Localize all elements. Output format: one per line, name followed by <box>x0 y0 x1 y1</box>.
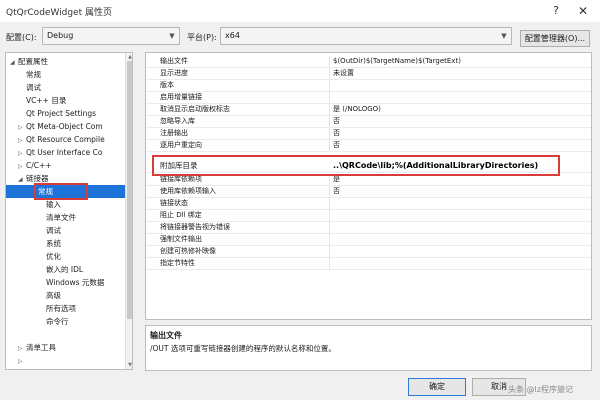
watermark: 头条 @lz程序猿记 <box>508 385 573 394</box>
description-title: 输出文件 <box>150 331 182 340</box>
tree-item-qt-project-settings[interactable]: Qt Project Settings <box>26 107 96 120</box>
tree-scrollbar[interactable]: ▲ ▼ <box>125 53 132 369</box>
property-row[interactable]: 创建可热修补映像 <box>146 246 591 258</box>
property-row[interactable]: 阻止 Dll 绑定 <box>146 210 591 222</box>
platform-select[interactable]: x64 ▼ <box>220 27 512 45</box>
property-row[interactable]: 忽略导入库否 <box>146 116 591 128</box>
description-text: /OUT 选项可重写链接器创建的程序的默认名称和位置。 <box>150 344 336 353</box>
scroll-up-icon[interactable]: ▲ <box>126 53 132 61</box>
tree-item-linker-embedded-idl[interactable]: 嵌入的 IDL <box>46 263 83 276</box>
tree-item-linker-manifest[interactable]: 清单文件 <box>46 211 76 224</box>
additional-library-directories-highlight <box>152 155 560 176</box>
property-row[interactable]: 将链接器警告视为错误 <box>146 222 591 234</box>
title-bar: QtQrCodeWidget 属性页 ? ✕ <box>0 0 600 22</box>
tree-item-linker-advanced[interactable]: 高级 <box>46 289 61 302</box>
platform-value: x64 <box>225 31 240 40</box>
tree-item-qt-uic[interactable]: ▷ Qt User Interface Co <box>18 146 103 159</box>
config-select[interactable]: Debug ▼ <box>42 27 180 45</box>
property-row[interactable]: 强制文件输出 <box>146 234 591 246</box>
property-row[interactable]: 注册输出否 <box>146 128 591 140</box>
property-row[interactable]: 链接状态 <box>146 198 591 210</box>
tree-item-linker-all-options[interactable]: 所有选项 <box>46 302 76 315</box>
property-grid: 输出文件 $(OutDir)$(TargetName)$(TargetExt) 显… <box>145 52 592 320</box>
configuration-manager-button[interactable]: 配置管理器(O)... <box>520 30 590 47</box>
linker-general-highlight <box>34 183 88 200</box>
configuration-bar: 配置(C): Debug ▼ 平台(P): x64 ▼ <box>0 24 600 50</box>
ok-button[interactable]: 确定 <box>408 378 466 396</box>
tree-item-linker-windows-metadata[interactable]: Windows 元数据 <box>46 276 104 289</box>
collapsed-icon[interactable]: ▷ <box>18 355 26 368</box>
platform-label: 平台(P): <box>187 33 217 42</box>
tree-item-debugging[interactable]: 调试 <box>26 81 41 94</box>
expanded-icon[interactable]: ◢ <box>10 56 18 69</box>
close-button[interactable]: ✕ <box>574 3 592 19</box>
property-row[interactable]: 版本 <box>146 80 591 92</box>
tree-item-qt-moc[interactable]: ▷ Qt Meta-Object Com <box>18 120 103 133</box>
property-row[interactable]: 取消显示启动版权标志是 (/NOLOGO) <box>146 104 591 116</box>
property-row[interactable]: 输出文件 $(OutDir)$(TargetName)$(TargetExt) <box>146 56 591 68</box>
tree-item-linker-debugging[interactable]: 调试 <box>46 224 61 237</box>
tree-item-linker-command-line[interactable]: 命令行 <box>46 315 69 328</box>
tree-item-manifest-tool[interactable]: ▷ 清单工具 <box>18 341 56 354</box>
tree-item-vc-directories[interactable]: VC++ 目录 <box>26 94 66 107</box>
help-button[interactable]: ? <box>548 3 564 19</box>
tree-item-config-properties[interactable]: ◢ 配置属性 <box>10 55 48 68</box>
tree-item-linker-system[interactable]: 系统 <box>46 237 61 250</box>
tree-item-more[interactable]: ▷ <box>18 354 26 367</box>
property-row[interactable]: 显示进度 未设置 <box>146 68 591 80</box>
property-row[interactable]: 使用库依赖项输入否 <box>146 186 591 198</box>
tree-item-linker-optimization[interactable]: 优化 <box>46 250 61 263</box>
window-title: QtQrCodeWidget 属性页 <box>6 8 112 18</box>
property-tree: ◢ 配置属性 常规 调试 VC++ 目录 Qt Project Settings … <box>5 52 133 370</box>
property-row[interactable]: 逐用户重定向否 <box>146 140 591 152</box>
tree-item-qt-rcc[interactable]: ▷ Qt Resource Compile <box>18 133 105 146</box>
tree-item-cpp[interactable]: ▷ C/C++ <box>18 159 52 172</box>
description-panel: 输出文件 /OUT 选项可重写链接器创建的程序的默认名称和位置。 <box>145 325 592 371</box>
chevron-down-icon: ▼ <box>169 32 175 40</box>
tree-item-general[interactable]: 常规 <box>26 68 41 81</box>
tree-scroll-thumb[interactable] <box>127 61 132 319</box>
property-row[interactable]: 指定节特性 <box>146 258 591 270</box>
scroll-down-icon[interactable]: ▼ <box>126 361 132 369</box>
config-value: Debug <box>47 31 74 40</box>
config-label: 配置(C): <box>6 33 37 42</box>
chevron-down-icon: ▼ <box>501 32 507 40</box>
property-row[interactable]: 启用增量链接 <box>146 92 591 104</box>
